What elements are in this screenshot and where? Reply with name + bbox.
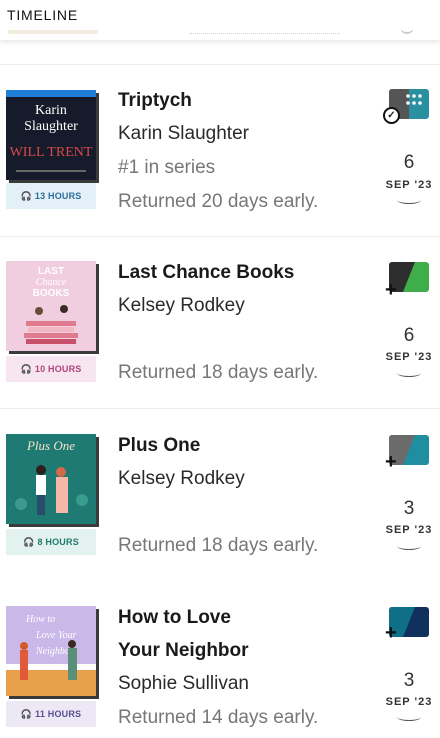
book-cover[interactable]: Karin Slaughter WILL TRENT — [6, 90, 96, 180]
duration-label: 13 HOURS — [34, 191, 82, 201]
book-author[interactable]: Karin Slaughter — [118, 123, 249, 145]
date-day: 3 — [403, 670, 415, 691]
svg-text:Love Your: Love Your — [35, 630, 77, 641]
add-plus-icon[interactable]: + — [385, 452, 397, 472]
chevron-down-icon[interactable] — [397, 542, 421, 550]
chevron-down-icon[interactable] — [397, 713, 421, 721]
book-author[interactable]: Kelsey Rodkey — [118, 295, 245, 317]
duration-label: 8 HOURS — [37, 537, 79, 547]
book-title[interactable]: Triptych — [118, 90, 192, 112]
book-cover[interactable]: How to Love Your Neighbor — [6, 606, 96, 696]
headphones-icon: 🎧 — [20, 190, 32, 201]
headphones-icon: 🎧 — [23, 536, 35, 547]
add-plus-icon[interactable]: + — [385, 280, 397, 300]
add-plus-icon[interactable]: + — [385, 623, 397, 643]
book-title-line-2[interactable]: Your Neighbor — [118, 640, 249, 662]
cover-art-icon: LAST Chance BOOKS — [24, 266, 78, 344]
duration-label: 11 HOURS — [35, 709, 82, 719]
date-day: 6 — [403, 325, 415, 346]
svg-text:WILL TRENT: WILL TRENT — [10, 145, 93, 160]
timeline-item[interactable]: LAST Chance BOOKS 🎧 10 HOURS Last Chance… — [0, 236, 440, 408]
timeline-item[interactable]: How to Love Your Neighbor 🎧 11 HOURS How… — [0, 580, 440, 738]
audiobook-duration-badge: 🎧 10 HOURS — [6, 356, 96, 382]
timeline-item[interactable]: Karin Slaughter WILL TRENT 🎧 13 HOURS Tr… — [0, 64, 440, 236]
date-month: SEP '23 — [385, 696, 433, 708]
book-author[interactable]: Kelsey Rodkey — [118, 468, 245, 490]
date-day: 6 — [403, 152, 415, 173]
chevron-down-icon[interactable] — [397, 369, 421, 377]
book-cover[interactable]: Plus One — [6, 434, 96, 524]
svg-text:Plus One: Plus One — [26, 438, 75, 453]
headphones-icon: 🎧 — [20, 363, 32, 374]
return-note: Returned 14 days early. — [118, 707, 319, 728]
date-day: 3 — [403, 498, 415, 519]
svg-text:Karin: Karin — [35, 103, 67, 118]
svg-text:Chance: Chance — [36, 277, 67, 288]
audiobook-duration-badge: 🎧 13 HOURS — [6, 183, 96, 209]
page-title: TIMELINE — [7, 7, 78, 23]
return-note: Returned 18 days early. — [118, 362, 319, 383]
svg-text:BOOKS: BOOKS — [33, 288, 70, 299]
book-title[interactable]: How to Love — [118, 607, 231, 629]
date-month: SEP '23 — [385, 179, 433, 191]
timeline-item[interactable]: Plus One 🎧 8 HOURS Plus One Kelsey Rodke… — [0, 408, 440, 580]
audiobook-duration-badge: 🎧 8 HOURS — [6, 529, 96, 555]
return-note: Returned 18 days early. — [118, 535, 319, 556]
book-cover[interactable]: LAST Chance BOOKS — [6, 261, 96, 351]
date-month: SEP '23 — [385, 524, 433, 536]
svg-text:How to: How to — [25, 614, 55, 625]
book-title[interactable]: Last Chance Books — [118, 262, 294, 284]
return-note: Returned 20 days early. — [118, 191, 319, 212]
date-month: SEP '23 — [385, 351, 433, 363]
check-icon: ✓ — [383, 107, 400, 124]
cover-art-icon: Plus One — [15, 438, 88, 515]
audiobook-duration-badge: 🎧 11 HOURS — [6, 701, 96, 727]
svg-text:LAST: LAST — [38, 266, 64, 277]
series-info[interactable]: #1 in series — [118, 157, 215, 179]
headphones-icon: 🎧 — [20, 708, 33, 719]
chevron-down-icon[interactable] — [397, 196, 421, 204]
book-title[interactable]: Plus One — [118, 435, 200, 457]
book-author[interactable]: Sophie Sullivan — [118, 673, 249, 695]
cover-art-icon: How to Love Your Neighbor — [6, 614, 96, 696]
timeline-header: TIMELINE — [0, 0, 440, 30]
duration-label: 10 HOURS — [34, 364, 82, 374]
cover-art-icon: Karin Slaughter WILL TRENT — [6, 90, 96, 172]
svg-text:Slaughter: Slaughter — [24, 119, 78, 134]
